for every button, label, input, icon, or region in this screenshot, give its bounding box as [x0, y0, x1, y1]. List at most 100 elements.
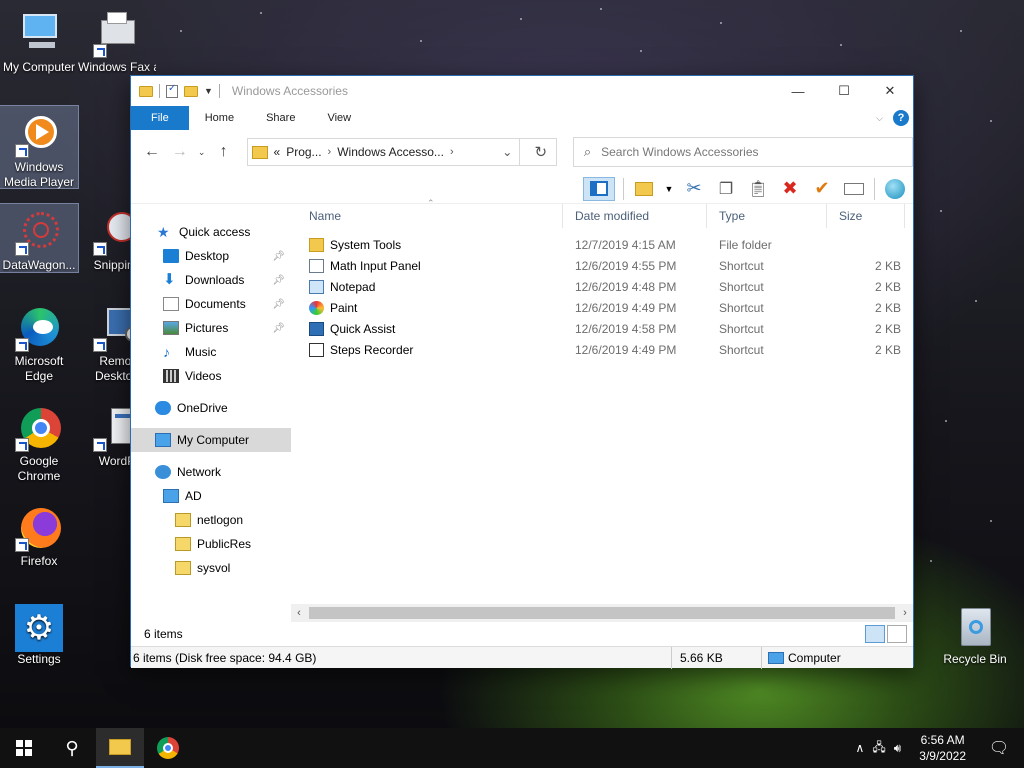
nav-item-documents[interactable]: Documents 📌︎	[131, 292, 291, 316]
properties-icon[interactable]	[166, 83, 178, 98]
file-row[interactable]: Paint 12/6/2019 4:49 PM Shortcut 2 KB	[297, 297, 913, 318]
desktop-icon-settings[interactable]: ⚙ Settings	[0, 598, 78, 667]
scroll-right-icon[interactable]: ›	[897, 607, 913, 619]
help-button[interactable]: ?	[893, 110, 909, 126]
nav-onedrive[interactable]: OneDrive	[131, 396, 291, 420]
command-toolbar: ▼ ✂ ❐ 📋︎ ✖ ✔	[131, 174, 913, 204]
column-header-date[interactable]: Date modified	[563, 204, 707, 228]
expand-ribbon-icon[interactable]: ⌵	[876, 113, 883, 124]
large-icons-view-button[interactable]	[887, 625, 907, 643]
pictures-icon	[163, 321, 179, 335]
scrollbar-thumb[interactable]	[309, 607, 895, 619]
desktop-icon-chrome[interactable]: Google Chrome	[0, 400, 78, 484]
rename-icon[interactable]	[842, 177, 866, 201]
refresh-icon[interactable]: ↻	[526, 143, 556, 161]
paste-icon[interactable]: 📋︎	[746, 177, 770, 201]
nav-item-pictures[interactable]: Pictures 📌︎	[131, 316, 291, 340]
nav-share-sysvol[interactable]: sysvol	[131, 556, 291, 580]
start-button[interactable]	[0, 728, 48, 768]
chrome-icon	[157, 737, 179, 759]
desktop-icon-recycle-bin[interactable]: Recycle Bin	[936, 598, 1014, 667]
taskbar-chrome[interactable]	[144, 728, 192, 768]
recent-locations-button[interactable]: ⌄	[195, 139, 209, 165]
desktop-icon-my-computer[interactable]: My Computer	[0, 6, 78, 75]
search-icon: ⌕	[583, 144, 592, 159]
desktop-icon-windows-fax[interactable]: Windows Fax and Sc	[78, 6, 156, 75]
back-button[interactable]: ←	[139, 139, 165, 165]
maximize-button[interactable]: ☐	[821, 76, 867, 106]
cut-icon[interactable]: ✂	[682, 177, 706, 201]
tab-home[interactable]: Home	[189, 106, 250, 130]
content-area: ★ Quick access Desktop 📌︎ ⬇ Downloads 📌︎…	[131, 198, 913, 669]
chevron-up-icon[interactable]: ∧	[856, 741, 865, 755]
nav-my-computer[interactable]: My Computer	[131, 428, 291, 452]
desktop-icon-firefox[interactable]: Firefox	[0, 500, 78, 569]
taskbar: ⚲ ∧ 🖧︎ 🔊︎ 6:56 AM 3/9/2022 🗨︎	[0, 728, 1024, 768]
forward-button[interactable]: →	[167, 139, 193, 165]
search-button[interactable]: ⚲	[48, 728, 96, 768]
details-bar: 6 items (Disk free space: 94.4 GB) 5.66 …	[131, 646, 913, 669]
copy-icon[interactable]: ❐	[714, 177, 738, 201]
nav-item-videos[interactable]: Videos	[131, 364, 291, 388]
minimize-button[interactable]: —	[775, 76, 821, 106]
chevron-right-icon[interactable]: ›	[328, 146, 332, 158]
computer-icon	[15, 10, 63, 58]
notification-icon[interactable]: 🗨︎	[984, 738, 1014, 758]
customize-qat-icon[interactable]: ▼	[204, 86, 213, 96]
address-dropdown-icon[interactable]: ⌄	[496, 139, 520, 165]
total-size: 5.66 KB	[672, 646, 762, 669]
new-folder-button[interactable]	[632, 177, 656, 201]
file-row[interactable]: System Tools 12/7/2019 4:15 AM File fold…	[297, 234, 913, 255]
breadcrumb-overflow[interactable]: «	[274, 145, 281, 159]
scroll-left-icon[interactable]: ‹	[291, 607, 307, 619]
desktop-icon-windows-media-player[interactable]: Windows Media Player	[0, 105, 79, 189]
file-row[interactable]: Math Input Panel 12/6/2019 4:55 PM Short…	[297, 255, 913, 276]
close-button[interactable]: ✕	[867, 76, 913, 106]
file-row[interactable]: Quick Assist 12/6/2019 4:58 PM Shortcut …	[297, 318, 913, 339]
taskbar-file-explorer[interactable]	[96, 728, 144, 768]
address-bar[interactable]: « Prog... › Windows Accesso... › ⌄ ↻	[246, 138, 557, 166]
clock[interactable]: 6:56 AM 3/9/2022	[909, 732, 976, 764]
breadcrumb-item[interactable]: Prog...	[286, 145, 321, 159]
tab-share[interactable]: Share	[250, 106, 311, 130]
nav-ad[interactable]: AD	[131, 484, 291, 508]
nav-item-downloads[interactable]: ⬇ Downloads 📌︎	[131, 268, 291, 292]
datawagon-icon	[15, 208, 63, 256]
explorer-window: ▼ Windows Accessories — ☐ ✕ File Home Sh…	[130, 75, 914, 669]
search-input[interactable]: Search Windows Accessories	[601, 145, 758, 159]
tab-file[interactable]: File	[131, 106, 189, 130]
film-icon	[163, 369, 179, 383]
volume-icon[interactable]: 🔊︎	[894, 741, 902, 756]
network-icon[interactable]: 🖧︎	[872, 738, 885, 759]
column-header-type[interactable]: Type	[707, 204, 827, 228]
file-row[interactable]: Notepad 12/6/2019 4:48 PM Shortcut 2 KB	[297, 276, 913, 297]
nav-quick-access[interactable]: ★ Quick access	[131, 220, 291, 244]
paint-icon	[309, 300, 324, 315]
globe-icon[interactable]	[883, 177, 907, 201]
desktop-icon-edge[interactable]: Microsoft Edge	[0, 300, 78, 384]
search-box[interactable]: ⌕ Search Windows Accessories	[572, 137, 913, 167]
new-folder-icon	[635, 181, 653, 196]
desktop-icon-datawagon[interactable]: DataWagon...	[0, 203, 79, 273]
horizontal-scrollbar[interactable]: ‹ ›	[291, 604, 913, 622]
nav-network[interactable]: Network	[131, 460, 291, 484]
column-header-size[interactable]: Size	[827, 204, 905, 228]
chevron-right-icon[interactable]: ›	[450, 146, 454, 158]
new-folder-dropdown-icon[interactable]: ▼	[664, 177, 674, 201]
checkmark-icon[interactable]: ✔	[810, 177, 834, 201]
pane-icon	[590, 181, 608, 196]
details-view-button[interactable]	[865, 625, 885, 643]
breadcrumb-item[interactable]: Windows Accesso...	[337, 145, 444, 159]
file-row[interactable]: Steps Recorder 12/6/2019 4:49 PM Shortcu…	[297, 339, 913, 360]
nav-item-desktop[interactable]: Desktop 📌︎	[131, 244, 291, 268]
nav-share-netlogon[interactable]: netlogon	[131, 508, 291, 532]
delete-icon[interactable]: ✖	[778, 177, 802, 201]
nav-share-publicres[interactable]: PublicRes	[131, 532, 291, 556]
folder-icon	[251, 145, 268, 159]
new-folder-icon[interactable]	[184, 85, 198, 97]
up-button[interactable]: ↑	[211, 139, 237, 165]
nav-item-music[interactable]: ♪ Music	[131, 340, 291, 364]
tab-view[interactable]: View	[311, 106, 367, 130]
media-player-icon	[15, 110, 63, 158]
preview-pane-button[interactable]	[583, 176, 615, 201]
